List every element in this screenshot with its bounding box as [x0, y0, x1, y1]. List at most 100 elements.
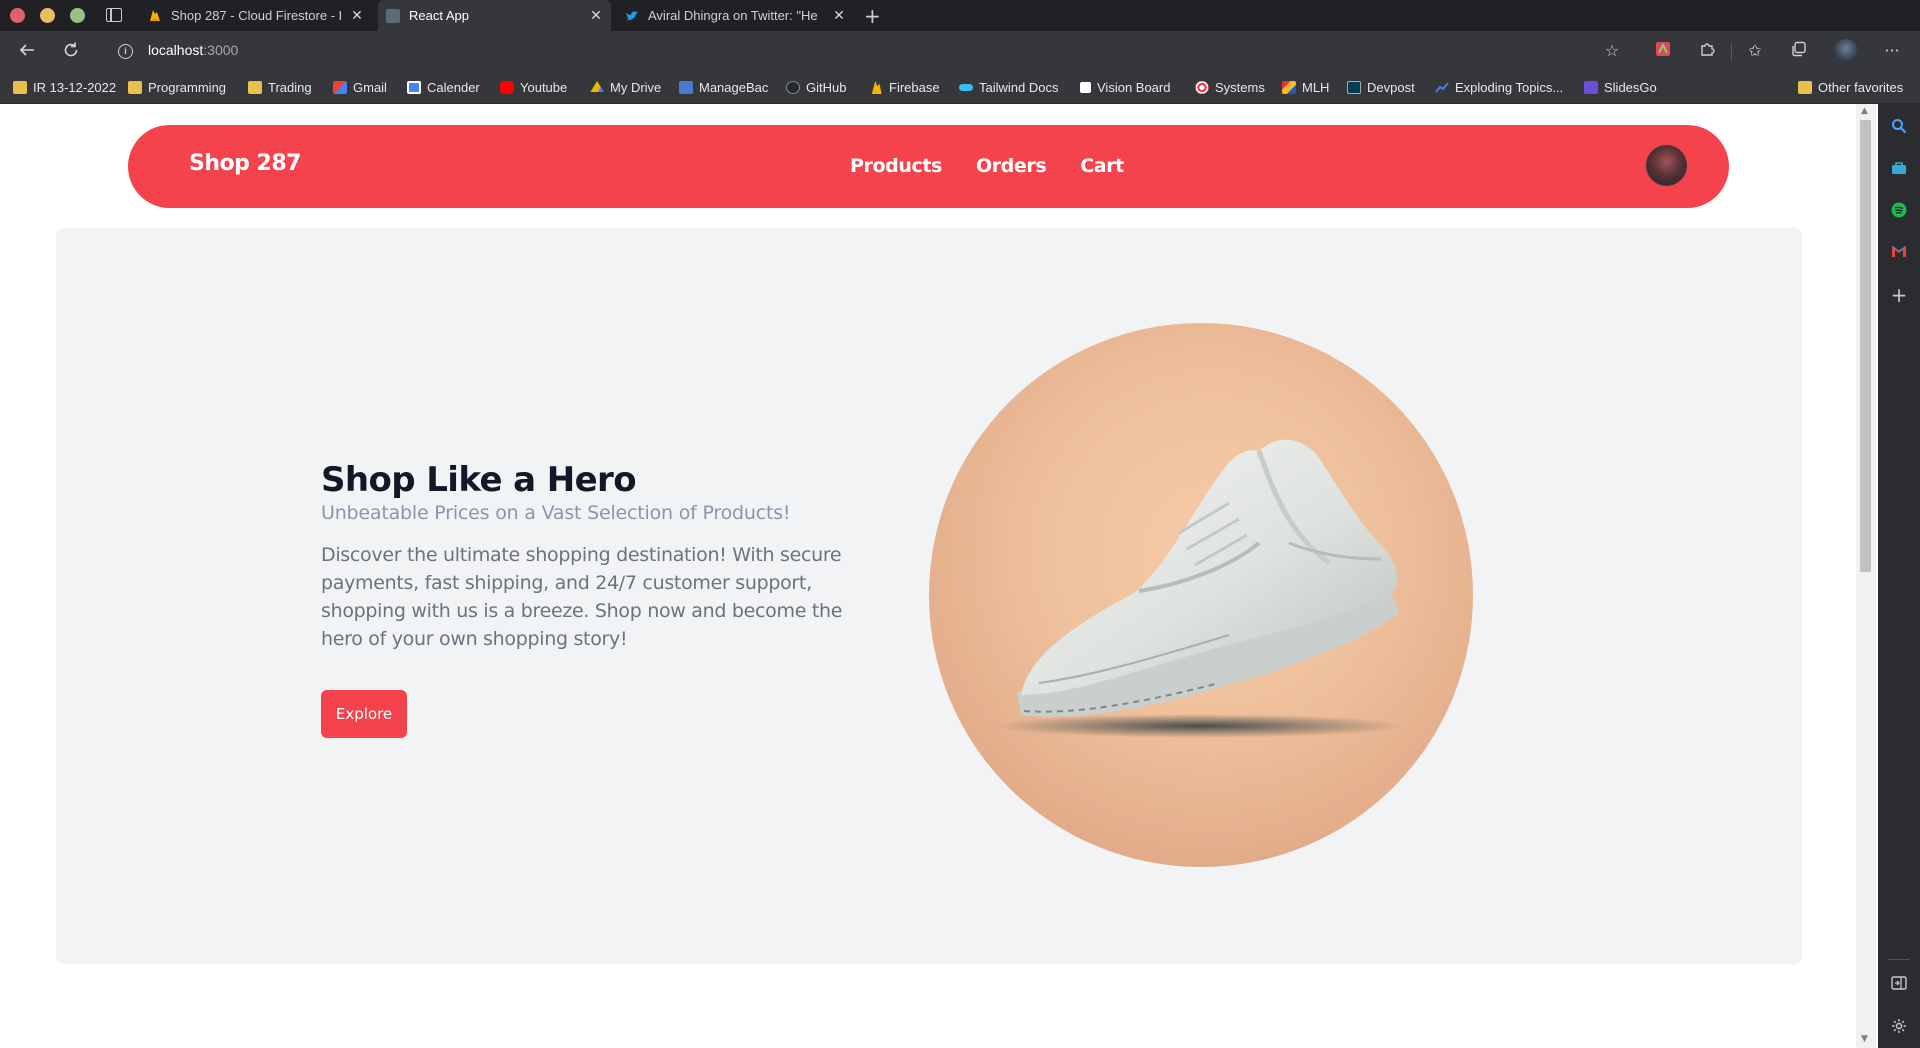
- browser-side-panel: +: [1878, 104, 1920, 1048]
- minimize-window-button[interactable]: [40, 8, 55, 23]
- bookmark-label: Firebase: [889, 80, 940, 95]
- search-icon[interactable]: [1890, 118, 1908, 136]
- bookmark-label: My Drive: [610, 80, 662, 95]
- bookmark-item[interactable]: Youtube: [500, 80, 567, 95]
- site-navbar: Shop 287 Products Orders Cart: [128, 125, 1729, 208]
- devpost-icon: [1347, 81, 1361, 94]
- bookmark-label: Tailwind Docs: [979, 80, 1059, 95]
- nav-links: Products Orders Cart: [850, 155, 1124, 177]
- extensions-puzzle-icon[interactable]: [1697, 41, 1717, 61]
- panel-divider: [1888, 959, 1910, 960]
- address-bar-row: i localhost:3000 ☆ ✩ ···: [0, 31, 1920, 72]
- bookmark-item[interactable]: Calender: [407, 80, 480, 95]
- bookmark-item[interactable]: Devpost: [1347, 80, 1415, 95]
- scroll-up-icon[interactable]: ▲: [1861, 106, 1868, 116]
- bookmark-label: Trading: [268, 80, 312, 95]
- twitter-icon: [625, 9, 639, 23]
- hero-title: Shop Like a Hero: [321, 460, 637, 500]
- nav-link-cart[interactable]: Cart: [1080, 155, 1124, 177]
- mlh-icon: [1282, 81, 1296, 94]
- bookmark-item[interactable]: IR 13-12-2022: [13, 80, 116, 95]
- bookmark-item[interactable]: Firebase: [869, 80, 940, 95]
- other-favorites[interactable]: Other favorites: [1798, 80, 1903, 95]
- bookmark-item[interactable]: GitHub: [786, 80, 846, 95]
- bookmark-item[interactable]: Tailwind Docs: [959, 80, 1058, 95]
- tab-strip: Shop 287 - Cloud Firestore - F ✕ React A…: [0, 0, 1920, 31]
- close-tab-icon[interactable]: ✕: [832, 7, 846, 24]
- nav-link-products[interactable]: Products: [850, 155, 942, 177]
- spotify-icon[interactable]: [1890, 202, 1908, 220]
- add-favorite-icon[interactable]: ☆: [1602, 41, 1622, 61]
- gmail-icon[interactable]: [1890, 244, 1908, 262]
- bookmark-item[interactable]: My Drive: [590, 80, 661, 95]
- url-port: :3000: [203, 42, 239, 58]
- shopping-icon[interactable]: [1890, 160, 1908, 178]
- bookmark-item[interactable]: ManageBac: [679, 80, 768, 95]
- more-options-icon[interactable]: ···: [1882, 41, 1902, 61]
- bookmark-item[interactable]: Trading: [248, 80, 312, 95]
- tab-twitter[interactable]: Aviral Dhingra on Twitter: "He ✕: [617, 0, 854, 31]
- add-panel-icon[interactable]: +: [1890, 285, 1908, 305]
- white-sneaker-image: [929, 323, 1473, 867]
- page-viewport: Shop 287 Products Orders Cart Shop Like …: [0, 104, 1856, 1048]
- folder-icon: [1798, 81, 1812, 94]
- toolbar-divider: [1731, 43, 1732, 61]
- explore-button[interactable]: Explore: [321, 690, 407, 738]
- tab-actions-icon[interactable]: [106, 8, 122, 22]
- firebase-icon: [148, 9, 162, 23]
- bookmark-label: IR 13-12-2022: [33, 80, 117, 95]
- trend-icon: [1435, 81, 1449, 94]
- settings-gear-icon[interactable]: [1890, 1018, 1908, 1036]
- close-tab-icon[interactable]: ✕: [589, 7, 603, 24]
- bookmark-label: Gmail: [353, 80, 387, 95]
- user-avatar[interactable]: [1646, 145, 1687, 186]
- bookmark-item[interactable]: Gmail: [333, 80, 387, 95]
- bookmark-item[interactable]: Systems: [1195, 80, 1265, 95]
- youtube-icon: [500, 81, 514, 94]
- tailwind-icon: [959, 84, 973, 91]
- new-tab-button[interactable]: +: [864, 4, 881, 28]
- scroll-down-icon[interactable]: ▼: [1861, 1034, 1868, 1044]
- favorites-icon[interactable]: ✩: [1745, 41, 1765, 61]
- maximize-window-button[interactable]: [70, 8, 85, 23]
- profile-avatar-icon[interactable]: [1834, 39, 1858, 63]
- close-window-button[interactable]: [10, 8, 25, 23]
- notion-icon: [1080, 82, 1091, 93]
- bookmark-item[interactable]: Exploding Topics...: [1435, 80, 1563, 95]
- hero-description: Discover the ultimate shopping destinati…: [321, 544, 843, 650]
- bookmark-item[interactable]: MLH: [1282, 80, 1329, 95]
- managebac-icon: [679, 81, 693, 94]
- tab-firestore[interactable]: Shop 287 - Cloud Firestore - F ✕: [140, 0, 372, 31]
- collections-icon[interactable]: [1789, 41, 1809, 61]
- react-icon: [386, 8, 400, 23]
- folder-icon: [13, 81, 27, 94]
- url-field[interactable]: localhost:3000: [148, 42, 238, 58]
- slidesgo-icon: [1584, 81, 1598, 94]
- bookmark-item[interactable]: SlidesGo: [1584, 80, 1657, 95]
- extension-icon[interactable]: [1653, 41, 1673, 61]
- bookmark-label: MLH: [1302, 80, 1330, 95]
- reload-icon[interactable]: [62, 41, 80, 64]
- calendar-icon: [407, 81, 421, 94]
- drive-icon: [590, 81, 604, 93]
- url-host: localhost: [148, 42, 204, 58]
- github-icon: [786, 81, 800, 94]
- bookmark-label: Programming: [148, 80, 227, 95]
- scrollbar-thumb[interactable]: [1860, 120, 1871, 572]
- bookmark-item[interactable]: Programming: [128, 80, 226, 95]
- close-tab-icon[interactable]: ✕: [350, 7, 364, 24]
- bookmark-label: Devpost: [1367, 80, 1415, 95]
- tab-title: React App: [409, 8, 469, 23]
- tab-react-app[interactable]: React App ✕: [378, 0, 611, 31]
- bookmark-item[interactable]: Vision Board: [1080, 80, 1170, 95]
- bookmark-label: Youtube: [520, 80, 568, 95]
- bookmark-label: Calender: [427, 80, 480, 95]
- back-icon[interactable]: [18, 41, 36, 64]
- hide-panel-icon[interactable]: [1890, 976, 1908, 994]
- brand-logo[interactable]: Shop 287: [189, 151, 301, 176]
- tab-title: Shop 287 - Cloud Firestore - F: [171, 8, 341, 23]
- bookmark-label: GitHub: [806, 80, 847, 95]
- nav-link-orders[interactable]: Orders: [976, 155, 1047, 177]
- hero-subtitle: Unbeatable Prices on a Vast Selection of…: [321, 502, 791, 524]
- site-info-icon[interactable]: i: [118, 44, 133, 59]
